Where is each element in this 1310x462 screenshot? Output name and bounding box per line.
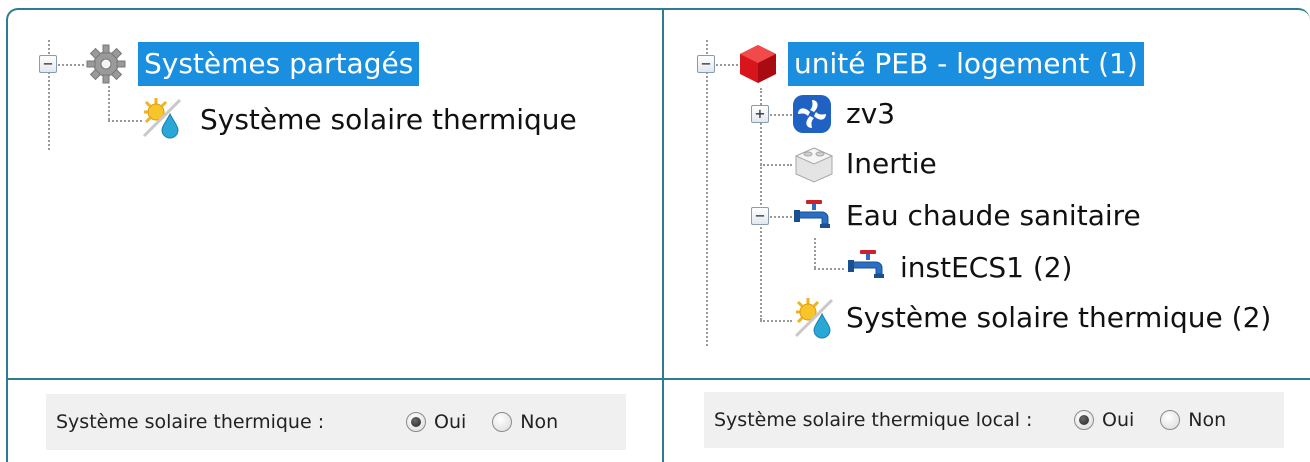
tree-root-unite-peb[interactable]: unité PEB - logement (1)	[788, 42, 1144, 86]
question-label: Système solaire thermique local :	[714, 409, 1033, 431]
solar-thermal-icon	[142, 98, 182, 139]
tree-root-systemes-partages[interactable]: Systèmes partagés	[138, 42, 420, 86]
tree-item-zv3[interactable]: zv3	[840, 92, 901, 136]
radio-non[interactable]: Non	[1160, 409, 1226, 431]
horizontal-divider	[6, 378, 1310, 380]
right-option-panel: Système solaire thermique local : Oui No…	[704, 392, 1284, 448]
vertical-divider	[662, 8, 664, 462]
ventilation-icon	[793, 95, 831, 133]
question-label: Système solaire thermique :	[56, 411, 325, 433]
radio-label: Oui	[434, 411, 467, 433]
tree-item-eau-chaude-sanitaire[interactable]: Eau chaude sanitaire	[840, 194, 1147, 238]
faucet-icon	[794, 200, 830, 228]
radio-button-checked[interactable]	[406, 412, 426, 432]
collapse-toggle[interactable]: −	[39, 55, 57, 73]
radio-button-unchecked[interactable]	[1160, 410, 1181, 430]
radio-oui[interactable]: Oui	[1074, 409, 1134, 431]
expand-toggle[interactable]: +	[751, 105, 769, 123]
radio-label: Non	[1188, 409, 1227, 431]
collapse-toggle[interactable]: −	[751, 207, 769, 225]
left-option-panel: Système solaire thermique : Oui Non	[46, 394, 626, 450]
inertia-block-icon	[794, 147, 834, 183]
tree-item-inertie[interactable]: Inertie	[840, 142, 943, 186]
radio-non[interactable]: Non	[492, 411, 558, 433]
radio-oui[interactable]: Oui	[406, 411, 466, 433]
collapse-toggle[interactable]: −	[697, 55, 715, 73]
tree-item-instecs1[interactable]: instECS1 (2)	[894, 246, 1078, 290]
radio-label: Oui	[1102, 409, 1135, 431]
gear-icon	[86, 44, 126, 84]
faucet-icon	[848, 250, 884, 278]
tree-item-systeme-solaire[interactable]: Système solaire thermique	[194, 98, 583, 142]
red-cube-icon	[740, 45, 776, 83]
radio-button-unchecked[interactable]	[492, 412, 513, 432]
solar-thermal-icon	[794, 298, 834, 339]
tree-item-systeme-solaire-2[interactable]: Système solaire thermique (2)	[840, 296, 1277, 340]
radio-label: Non	[520, 411, 559, 433]
radio-button-checked[interactable]	[1074, 410, 1094, 430]
